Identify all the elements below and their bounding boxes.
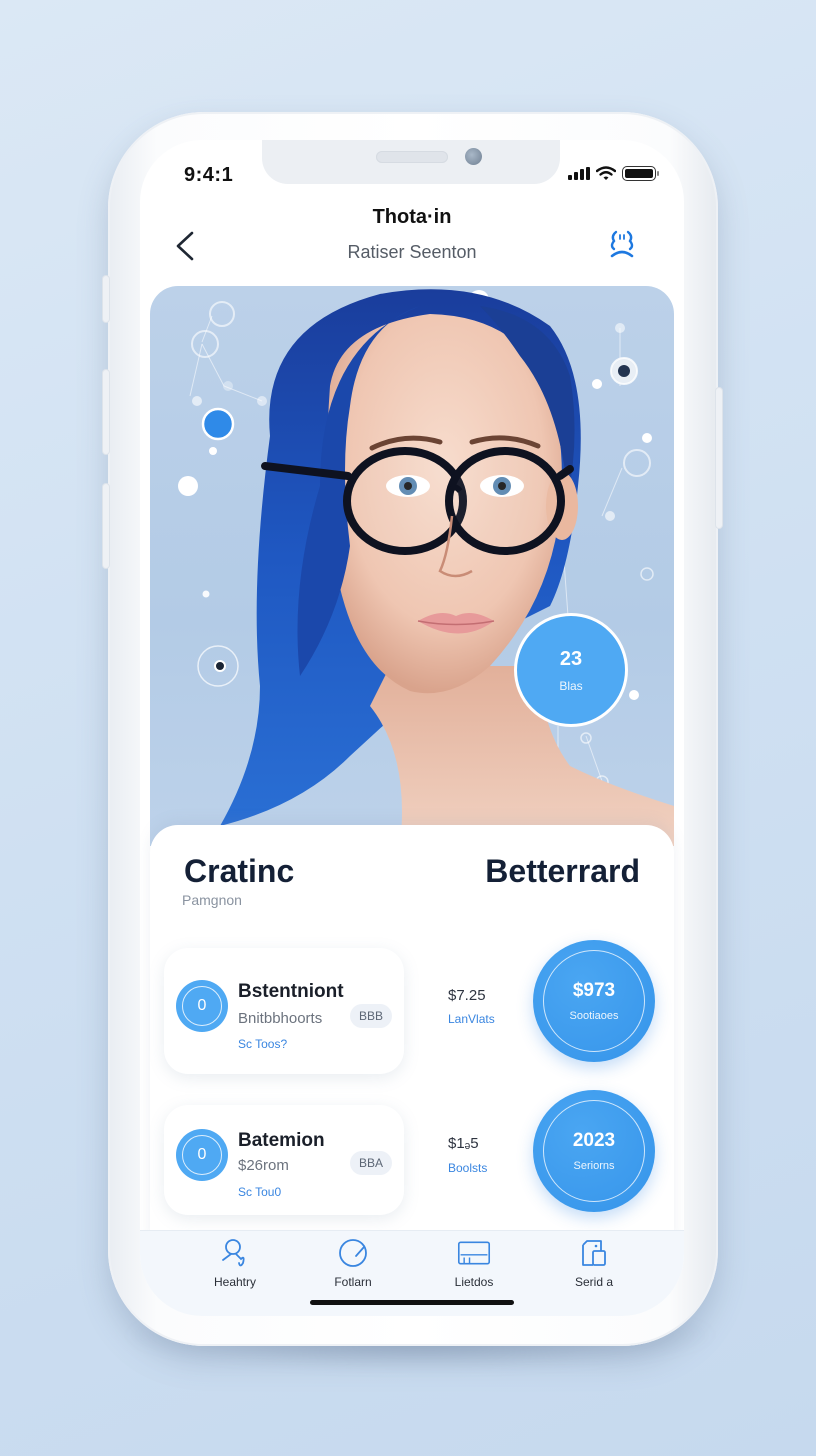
tab-label: Serid a — [574, 1275, 614, 1289]
speaker — [376, 151, 448, 163]
tab-label: Lietdos — [454, 1275, 494, 1289]
hero-stat-bubble[interactable]: 23 Blas — [514, 613, 628, 727]
panel-title-left: Cratinc — [184, 853, 295, 889]
tab-lietdos[interactable]: Lietdos — [424, 1237, 524, 1289]
building-icon — [582, 1240, 606, 1266]
tab-fotlarn[interactable]: Fotlarn — [303, 1237, 403, 1289]
circle-stat-value: $973 — [572, 980, 616, 1001]
tab-serid-a[interactable]: Serid a — [544, 1237, 644, 1289]
item-price: $7.25 — [448, 987, 486, 1004]
gauge-icon — [339, 1239, 367, 1267]
home-indicator[interactable] — [310, 1300, 514, 1305]
item-name: Bstentniont — [238, 981, 344, 1002]
back-button[interactable] — [170, 228, 200, 264]
status-icons — [568, 166, 659, 181]
profile-face-icon — [610, 230, 634, 258]
circle-stat-value: 2023 — [572, 1130, 616, 1151]
item-circle-stat[interactable]: 2023 Seriorns — [533, 1090, 655, 1212]
profile-button[interactable] — [604, 228, 640, 260]
side-button-volume-down — [103, 484, 109, 568]
item-circle-stat[interactable]: $973 Sootiaoes — [533, 940, 655, 1062]
card-icon — [457, 1241, 491, 1265]
side-button-volume-up — [103, 370, 109, 454]
content-panel: Cratinc Betterrard Pamgnon 0 Bstentniont… — [150, 825, 674, 1245]
wifi-icon — [596, 166, 616, 180]
avatar: 0 — [176, 980, 228, 1032]
avatar-text: 0 — [182, 986, 222, 1026]
avatar-text: 0 — [182, 1135, 222, 1175]
item-price-label: LanVlats — [448, 1012, 495, 1026]
camera-icon — [465, 148, 482, 165]
battery-icon — [622, 166, 659, 181]
item-chip[interactable]: BBA — [350, 1151, 392, 1175]
item-price-label: Boolsts — [448, 1161, 488, 1175]
phone-screen: 9:4:1 Thota·in Ratiser Seenton 23 Blas C… — [140, 140, 684, 1316]
list-item-card[interactable]: 0 Bstentniont Bnitbbhoorts Sc Toos? BBB — [164, 948, 404, 1074]
item-meta: Bnitbbhoorts — [238, 1010, 323, 1027]
hero-stat-value: 23 — [559, 647, 583, 670]
page-title: Thota·in — [372, 206, 452, 228]
tab-label: Fotlarn — [334, 1275, 372, 1289]
item-name: Batemion — [238, 1130, 325, 1151]
panel-title-right: Betterrard — [485, 853, 640, 889]
tab-heahtry[interactable]: Heahtry — [185, 1237, 285, 1289]
portrait-illustration — [178, 289, 674, 846]
circle-stat-label: Sootiaoes — [569, 1010, 619, 1022]
person-icon — [222, 1239, 245, 1267]
hero-stat-label: Blas — [559, 678, 583, 693]
signal-icon — [568, 167, 590, 180]
avatar: 0 — [176, 1129, 228, 1181]
item-meta: $26rom — [238, 1157, 289, 1174]
panel-subtitle: Pamgnon — [182, 892, 242, 908]
item-price: $1ₔ5 — [448, 1135, 479, 1152]
status-time: 9:4:1 — [184, 164, 234, 186]
item-link[interactable]: Sc Tou0 — [238, 1185, 281, 1199]
side-button-power — [716, 388, 722, 528]
chevron-left-icon — [176, 231, 194, 261]
list-item-card[interactable]: 0 Batemion $26rom Sc Tou0 BBA — [164, 1105, 404, 1215]
side-button-mute — [103, 276, 109, 322]
circle-stat-label: Seriorns — [573, 1160, 615, 1172]
page-subtitle: Ratiser Seenton — [347, 242, 477, 262]
item-chip[interactable]: BBB — [350, 1004, 392, 1028]
tab-label: Heahtry — [213, 1275, 257, 1289]
hero-portrait-image: 23 Blas — [150, 286, 674, 846]
notch — [262, 140, 560, 184]
item-link[interactable]: Sc Toos? — [238, 1037, 287, 1051]
